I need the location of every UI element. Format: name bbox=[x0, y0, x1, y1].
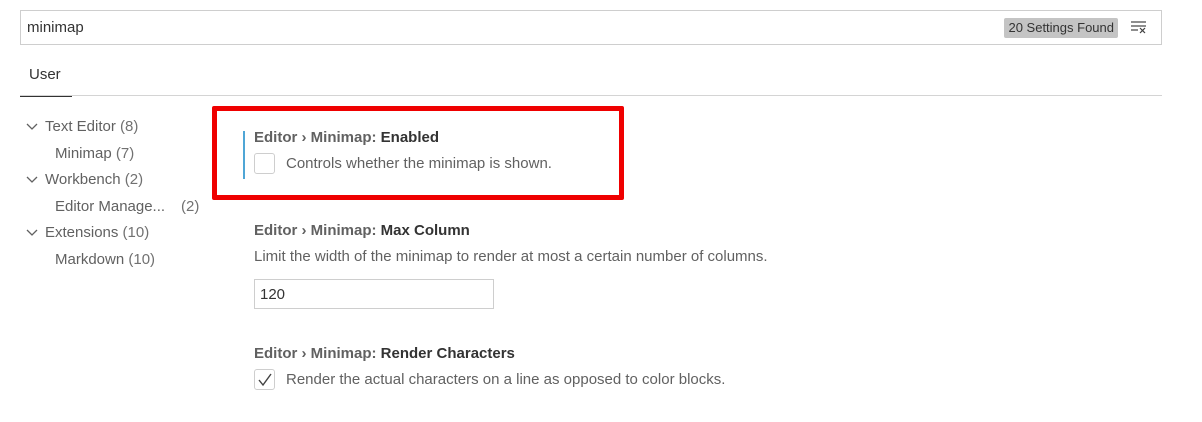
setting-minimap-max-column: Editor › Minimap: Max Column Limit the w… bbox=[254, 221, 768, 309]
toc-item-minimap[interactable]: Minimap (7) bbox=[24, 143, 214, 170]
setting-title: Editor › Minimap: Render Characters bbox=[254, 344, 725, 364]
setting-minimap-enabled: Editor › Minimap: Enabled Controls wheth… bbox=[254, 128, 552, 174]
toc-item-editor-management[interactable]: Editor Manage... (2) bbox=[24, 196, 214, 223]
setting-category: Editor › Minimap: bbox=[254, 222, 381, 239]
setting-description: Render the actual characters on a line a… bbox=[286, 370, 726, 388]
toc-item-text-editor[interactable]: Text Editor (8) bbox=[24, 116, 214, 143]
toc-item-markdown[interactable]: Markdown (10) bbox=[24, 249, 214, 276]
toc-item-workbench[interactable]: Workbench (2) bbox=[24, 169, 214, 196]
toc-count: (10) bbox=[122, 224, 150, 241]
toc-label: Workbench bbox=[45, 171, 121, 188]
tab-divider bbox=[20, 95, 1162, 96]
toc-count: (7) bbox=[115, 144, 135, 162]
focused-setting-indicator bbox=[243, 131, 245, 179]
toc-label: Text Editor bbox=[45, 118, 116, 135]
setting-description: Limit the width of the minimap to render… bbox=[254, 248, 768, 265]
toc-item-extensions[interactable]: Extensions (10) bbox=[24, 222, 214, 249]
clear-search-icon[interactable] bbox=[1130, 19, 1148, 35]
toc-label: Editor Manage... bbox=[55, 197, 166, 215]
setting-title: Editor › Minimap: Max Column bbox=[254, 221, 768, 241]
checkmark-icon bbox=[258, 373, 272, 387]
setting-key: Max Column bbox=[380, 222, 470, 239]
setting-description: Controls whether the minimap is shown. bbox=[286, 154, 552, 172]
setting-category: Editor › Minimap: bbox=[254, 129, 381, 146]
settings-toc: Text Editor (8) Minimap (7) Workbench (2… bbox=[24, 116, 214, 275]
toc-count: (10) bbox=[128, 250, 156, 268]
toc-count: (8) bbox=[120, 118, 139, 135]
toc-label: Minimap bbox=[55, 144, 112, 162]
toc-label: Markdown bbox=[55, 250, 125, 268]
results-count-badge: 20 Settings Found bbox=[1004, 18, 1118, 38]
chevron-down-icon bbox=[26, 176, 38, 183]
setting-category: Editor › Minimap: bbox=[254, 345, 381, 362]
setting-title: Editor › Minimap: Enabled bbox=[254, 128, 552, 148]
minimap-enabled-checkbox[interactable] bbox=[254, 153, 275, 174]
setting-minimap-render-characters: Editor › Minimap: Render Characters Rend… bbox=[254, 344, 725, 390]
render-characters-checkbox[interactable] bbox=[254, 369, 275, 390]
settings-search-input[interactable] bbox=[21, 11, 981, 44]
tab-user[interactable]: User bbox=[20, 58, 72, 97]
max-column-input[interactable] bbox=[254, 279, 494, 309]
setting-key: Render Characters bbox=[380, 345, 515, 362]
settings-search-bar: 20 Settings Found bbox=[20, 10, 1162, 45]
setting-key: Enabled bbox=[380, 129, 440, 146]
chevron-down-icon bbox=[26, 123, 38, 130]
toc-count: (2) bbox=[181, 197, 200, 215]
toc-count: (2) bbox=[124, 171, 144, 188]
chevron-down-icon bbox=[26, 229, 38, 236]
toc-label: Extensions bbox=[45, 224, 119, 241]
